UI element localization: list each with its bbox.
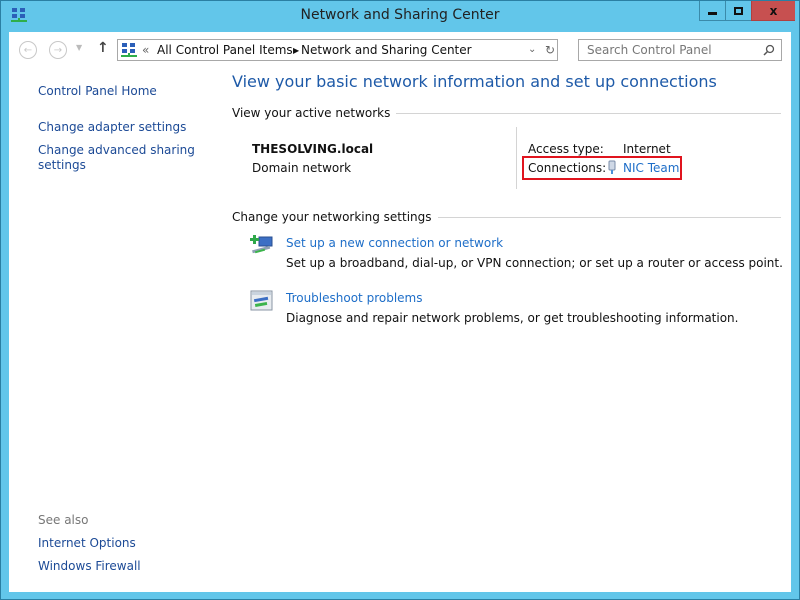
setup-new-connection-link[interactable]: Set up a new connection or network — [286, 236, 503, 250]
close-button[interactable]: x — [751, 1, 795, 21]
search-icon[interactable] — [763, 44, 775, 56]
breadcrumb-separator-icon[interactable]: ▶ — [293, 46, 299, 55]
recent-locations-button[interactable]: ▼ — [76, 43, 82, 52]
maximize-icon — [734, 6, 743, 15]
sidebar-item-control-panel-home[interactable]: Control Panel Home — [38, 84, 157, 99]
forward-button[interactable]: → — [49, 41, 67, 59]
connections-label: Connections: — [528, 161, 607, 175]
sidebar-item-internet-options[interactable]: Internet Options — [38, 536, 136, 551]
back-arrow-icon: ← — [23, 44, 33, 56]
forward-arrow-icon: → — [53, 44, 63, 56]
page-title: View your basic network information and … — [232, 72, 717, 91]
up-button[interactable]: ↑ — [97, 40, 109, 56]
refresh-icon[interactable]: ↻ — [545, 43, 555, 57]
window-title: Network and Sharing Center — [300, 7, 500, 23]
active-networks-heading: View your active networks — [232, 106, 391, 120]
ethernet-icon — [608, 160, 616, 174]
divider — [437, 216, 781, 218]
vertical-divider — [516, 127, 517, 189]
search-input[interactable]: Search Control Panel — [587, 43, 712, 57]
troubleshoot-problems-description: Diagnose and repair network problems, or… — [286, 311, 739, 325]
breadcrumb-overflow[interactable]: « — [142, 43, 149, 57]
new-connection-icon — [250, 235, 273, 254]
address-bar[interactable]: « All Control Panel Items ▶ Network and … — [117, 39, 558, 61]
active-networks-section-header: View your active networks — [232, 106, 781, 120]
access-type-value: Internet — [623, 142, 671, 156]
network-type: Domain network — [252, 161, 352, 175]
window: Network and Sharing Center x ← → ▼ ↑ « A… — [0, 0, 800, 600]
chevron-down-icon: ▼ — [76, 43, 83, 52]
minimize-icon — [708, 12, 717, 15]
minimize-button[interactable] — [699, 1, 725, 21]
address-dropdown-chevron-icon[interactable]: ⌄ — [528, 44, 536, 55]
up-arrow-icon: ↑ — [97, 40, 109, 56]
divider — [396, 112, 781, 114]
network-center-icon — [121, 43, 137, 57]
sidebar-item-change-adapter-settings[interactable]: Change adapter settings — [38, 120, 186, 135]
change-settings-heading: Change your networking settings — [232, 210, 432, 224]
breadcrumb-all-control-panel-items[interactable]: All Control Panel Items — [157, 43, 293, 57]
navigation-bar: ← → ▼ ↑ « All Control Panel Items ▶ Netw… — [9, 32, 791, 68]
troubleshoot-problems-link[interactable]: Troubleshoot problems — [286, 291, 422, 305]
see-also-heading: See also — [38, 513, 89, 527]
setup-new-connection-description: Set up a broadband, dial-up, or VPN conn… — [286, 256, 783, 270]
breadcrumb-network-and-sharing-center[interactable]: Network and Sharing Center — [301, 43, 472, 57]
back-button[interactable]: ← — [19, 41, 37, 59]
network-name: THESOLVING.local — [252, 142, 374, 156]
sidebar-item-change-advanced-sharing-settings[interactable]: Change advanced sharing settings — [38, 143, 198, 173]
troubleshoot-icon — [250, 290, 273, 311]
sidebar-item-windows-firewall[interactable]: Windows Firewall — [38, 559, 141, 574]
nic-team-connection-link[interactable]: NIC Team — [623, 161, 679, 175]
maximize-button[interactable] — [725, 1, 751, 21]
client-area: ← → ▼ ↑ « All Control Panel Items ▶ Netw… — [9, 32, 791, 592]
access-type-label: Access type: — [528, 142, 604, 156]
change-settings-section-header: Change your networking settings — [232, 210, 781, 224]
close-icon: x — [769, 3, 778, 18]
search-box[interactable]: Search Control Panel — [578, 39, 782, 61]
title-bar[interactable]: Network and Sharing Center x — [1, 1, 799, 31]
